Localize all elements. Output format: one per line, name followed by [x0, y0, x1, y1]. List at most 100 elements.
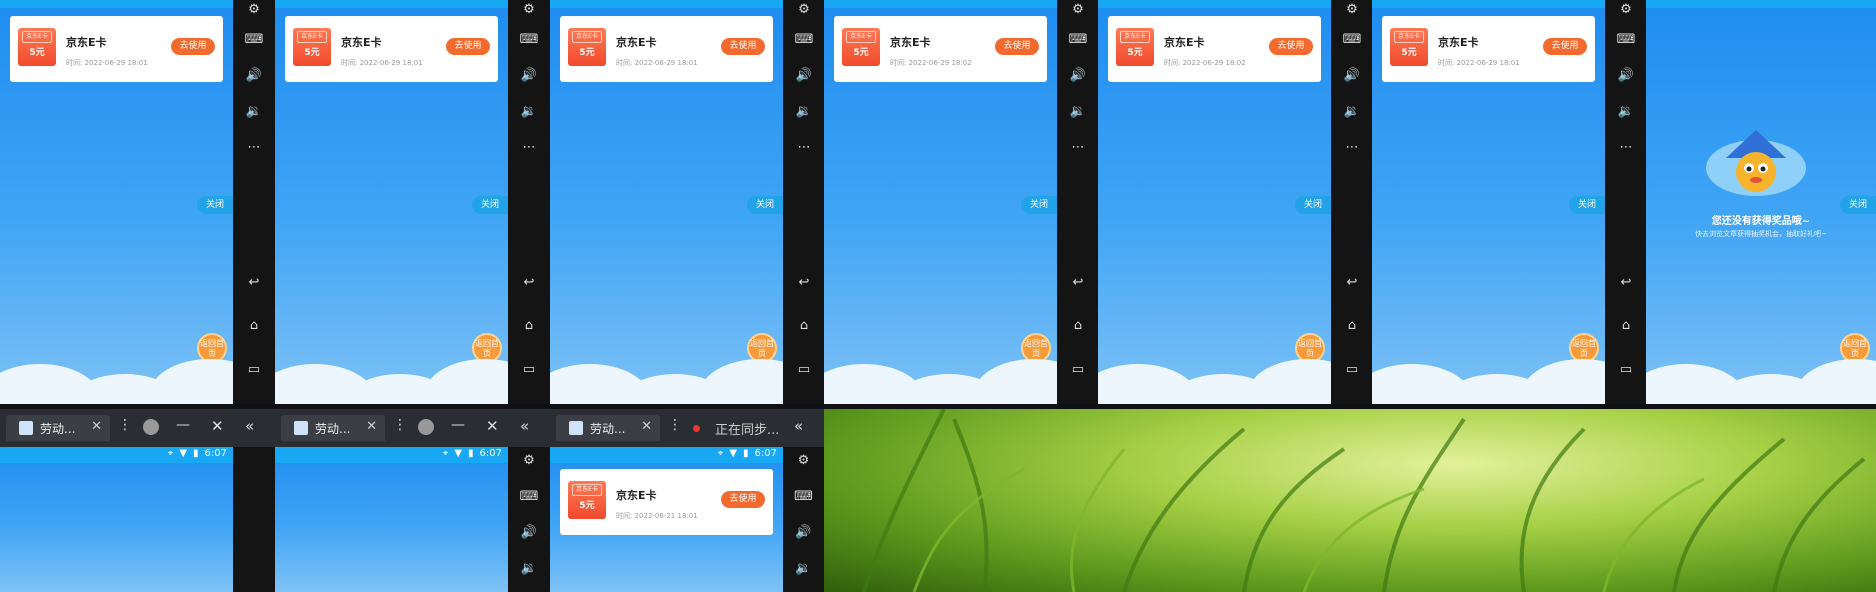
coupon-title: 京东E卡 — [616, 489, 657, 502]
volume-down-icon[interactable]: 🔉 — [1067, 104, 1089, 119]
phone-screen-5: 京东E卡 5元 京东E卡 时间: 2022-06-29 18:02 去使用 关闭… — [1098, 0, 1331, 404]
more-icon[interactable]: ⋯ — [793, 140, 815, 155]
keyboard-icon[interactable]: ⌨ — [793, 489, 815, 504]
back-icon[interactable]: ↩ — [1615, 275, 1637, 290]
collapse-icon[interactable]: « — [794, 417, 803, 435]
keyboard-icon[interactable]: ⌨ — [243, 32, 265, 47]
volume-down-icon[interactable]: 🔉 — [793, 104, 815, 119]
avatar[interactable] — [418, 419, 434, 435]
use-button[interactable]: 去使用 — [171, 38, 215, 55]
close-button[interactable]: 关闭 — [747, 196, 783, 214]
use-button[interactable]: 去使用 — [721, 491, 765, 508]
phone-screen-7: 您还没有获得奖品哦~ 快去浏览文章获得抽奖机会，抽取好礼吧~ 关闭 返回首页 — [1646, 0, 1876, 404]
close-button[interactable]: 关闭 — [1295, 196, 1331, 214]
volume-up-icon[interactable]: 🔊 — [518, 525, 540, 540]
volume-up-icon[interactable]: 🔊 — [518, 68, 540, 83]
use-button[interactable]: 去使用 — [721, 38, 765, 55]
settings-icon[interactable]: ⚙ — [518, 453, 540, 468]
volume-down-icon[interactable]: 🔉 — [793, 561, 815, 576]
menu-dots-icon[interactable]: ⋮ — [393, 417, 407, 433]
volume-down-icon[interactable]: 🔉 — [518, 561, 540, 576]
sync-status-text: 正在同步... — [715, 423, 780, 438]
coupon-thumbnail: 京东E卡 5元 — [568, 28, 606, 66]
close-button[interactable]: 关闭 — [1569, 196, 1605, 214]
keyboard-icon[interactable]: ⌨ — [518, 489, 540, 504]
empty-state-title: 您还没有获得奖品哦~ — [1711, 216, 1811, 227]
coupon-time: 时间: 2022-06-29 18:01 — [66, 59, 148, 67]
tab-title: 劳动... — [590, 422, 626, 436]
browser-tab[interactable]: 劳动... ✕ — [281, 415, 385, 441]
tab-close-icon[interactable]: ✕ — [366, 419, 377, 434]
recents-icon[interactable]: ▭ — [1615, 362, 1637, 377]
use-button[interactable]: 去使用 — [446, 38, 490, 55]
recents-icon[interactable]: ▭ — [1341, 362, 1363, 377]
volume-down-icon[interactable]: 🔉 — [243, 104, 265, 119]
home-icon[interactable]: ⌂ — [1615, 318, 1637, 333]
avatar[interactable] — [143, 419, 159, 435]
minimize-icon[interactable]: — — [176, 417, 190, 433]
volume-down-icon[interactable]: 🔉 — [1615, 104, 1637, 119]
back-icon[interactable]: ↩ — [1067, 275, 1089, 290]
close-button[interactable]: 关闭 — [1840, 196, 1876, 214]
coupon-thumbnail: 京东E卡 5元 — [1116, 28, 1154, 66]
home-icon[interactable]: ⌂ — [793, 318, 815, 333]
settings-icon[interactable]: ⚙ — [793, 453, 815, 468]
volume-up-icon[interactable]: 🔊 — [793, 525, 815, 540]
back-icon[interactable]: ↩ — [243, 275, 265, 290]
use-button[interactable]: 去使用 — [1269, 38, 1313, 55]
collapse-icon[interactable]: « — [520, 417, 529, 435]
keyboard-icon[interactable]: ⌨ — [793, 32, 815, 47]
close-window-icon[interactable]: ✕ — [211, 417, 224, 435]
menu-dots-icon[interactable]: ⋮ — [118, 417, 132, 433]
coupon-amount: 5元 — [304, 48, 320, 58]
volume-up-icon[interactable]: 🔊 — [1067, 68, 1089, 83]
close-button[interactable]: 关闭 — [197, 196, 233, 214]
keyboard-icon[interactable]: ⌨ — [1067, 32, 1089, 47]
use-button[interactable]: 去使用 — [995, 38, 1039, 55]
more-icon[interactable]: ⋯ — [1067, 140, 1089, 155]
collapse-icon[interactable]: « — [245, 417, 254, 435]
volume-up-icon[interactable]: 🔊 — [243, 68, 265, 83]
home-icon[interactable]: ⌂ — [1341, 318, 1363, 333]
close-button[interactable]: 关闭 — [1021, 196, 1057, 214]
more-icon[interactable]: ⋯ — [1341, 140, 1363, 155]
settings-icon[interactable]: ⚙ — [243, 2, 265, 17]
volume-down-icon[interactable]: 🔉 — [1341, 104, 1363, 119]
use-button[interactable]: 去使用 — [1543, 38, 1587, 55]
recents-icon[interactable]: ▭ — [793, 362, 815, 377]
settings-icon[interactable]: ⚙ — [1615, 2, 1637, 17]
keyboard-icon[interactable]: ⌨ — [1615, 32, 1637, 47]
back-icon[interactable]: ↩ — [1341, 275, 1363, 290]
home-icon[interactable]: ⌂ — [243, 318, 265, 333]
home-icon[interactable]: ⌂ — [1067, 318, 1089, 333]
keyboard-icon[interactable]: ⌨ — [1341, 32, 1363, 47]
settings-icon[interactable]: ⚙ — [793, 2, 815, 17]
volume-up-icon[interactable]: 🔊 — [793, 68, 815, 83]
close-window-icon[interactable]: ✕ — [486, 417, 499, 435]
browser-tab[interactable]: 劳动... ✕ — [556, 415, 660, 441]
emulator-side-panel: ⚙ ⌨ 🔊 🔉 — [508, 447, 550, 592]
close-button[interactable]: 关闭 — [472, 196, 508, 214]
more-icon[interactable]: ⋯ — [1615, 140, 1637, 155]
volume-down-icon[interactable]: 🔉 — [518, 104, 540, 119]
browser-tab[interactable]: 劳动... ✕ — [6, 415, 110, 441]
volume-up-icon[interactable]: 🔊 — [1341, 68, 1363, 83]
back-icon[interactable]: ↩ — [518, 275, 540, 290]
tab-close-icon[interactable]: ✕ — [91, 419, 102, 434]
keyboard-icon[interactable]: ⌨ — [518, 32, 540, 47]
minimize-icon[interactable]: — — [451, 417, 465, 433]
menu-dots-icon[interactable]: ⋮ — [668, 417, 682, 433]
more-icon[interactable]: ⋯ — [243, 140, 265, 155]
settings-icon[interactable]: ⚙ — [1067, 2, 1089, 17]
tab-close-icon[interactable]: ✕ — [641, 419, 652, 434]
volume-up-icon[interactable]: 🔊 — [1615, 68, 1637, 83]
recents-icon[interactable]: ▭ — [243, 362, 265, 377]
settings-icon[interactable]: ⚙ — [518, 2, 540, 17]
home-icon[interactable]: ⌂ — [518, 318, 540, 333]
back-icon[interactable]: ↩ — [793, 275, 815, 290]
recents-icon[interactable]: ▭ — [518, 362, 540, 377]
settings-icon[interactable]: ⚙ — [1341, 2, 1363, 17]
recents-icon[interactable]: ▭ — [1067, 362, 1089, 377]
emulator-side-panel — [233, 447, 275, 592]
more-icon[interactable]: ⋯ — [518, 140, 540, 155]
